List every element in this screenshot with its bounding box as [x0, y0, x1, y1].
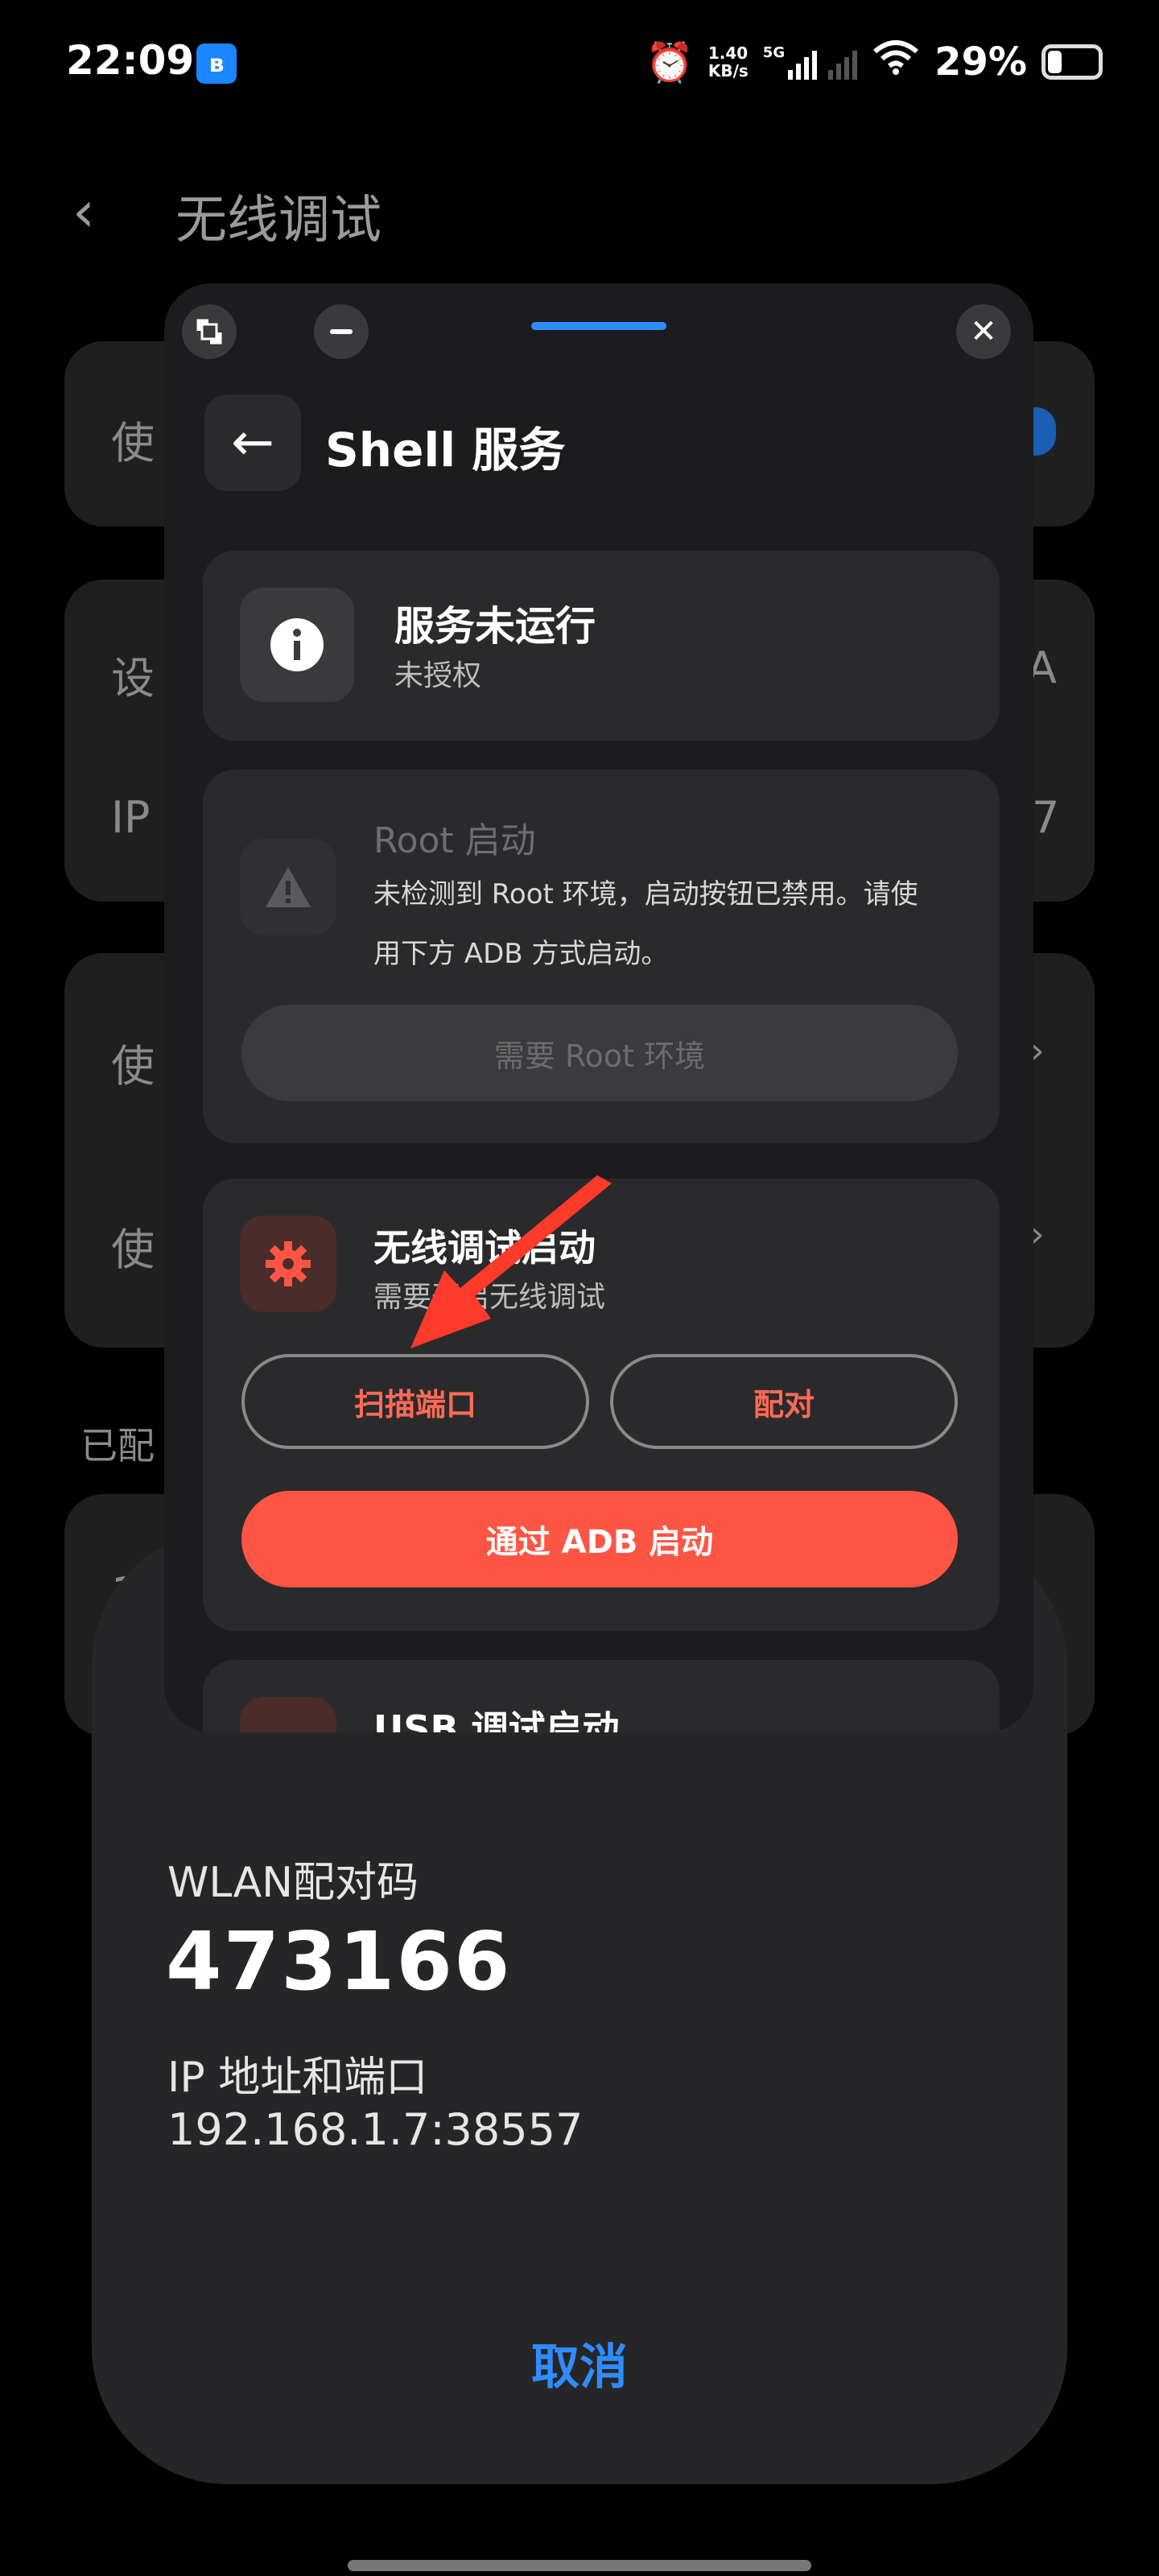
network-speed-value: 1.40: [707, 43, 749, 63]
bluetooth-icon: ʙ: [196, 43, 237, 84]
settings-row-label[interactable]: 使: [111, 1030, 155, 1094]
minimize-icon[interactable]: [314, 304, 369, 359]
window-title: Shell 服务: [325, 423, 566, 477]
usb-debug-title: USB 调试启动: [373, 1707, 620, 1732]
back-arrow-icon[interactable]: ←: [204, 394, 301, 491]
settings-row-label: IP: [111, 792, 151, 843]
service-status-subtitle: 未授权: [394, 659, 482, 692]
wifi-icon: [872, 39, 920, 85]
gear-icon: [240, 1216, 336, 1312]
annotation-arrow-icon: [410, 1175, 612, 1348]
usb-debug-card: USB 调试启动: [203, 1660, 1000, 1732]
close-icon[interactable]: ✕: [956, 304, 1011, 359]
root-start-description: 未检测到 Root 环境，启动按钮已禁用。请使用下方 ADB 方式启动。: [373, 878, 918, 970]
section-header: 已配: [80, 1424, 155, 1468]
root-start-title: Root 启动: [373, 820, 536, 861]
usb-icon: [240, 1697, 336, 1732]
settings-row-value: 7: [1032, 792, 1060, 843]
pair-button[interactable]: 配对: [610, 1354, 958, 1449]
network-type: 5G: [762, 44, 786, 61]
ip-port-value: 192.168.1.7:38557: [167, 2104, 584, 2155]
status-time: 22:09: [66, 37, 195, 84]
shell-service-window: ✕ ← Shell 服务 服务未运行 未授权 Root 启动 未检测到 Root…: [164, 283, 1033, 1732]
battery-icon: [1041, 44, 1103, 80]
window-drag-handle[interactable]: [531, 322, 666, 330]
battery-percent: 29%: [934, 39, 1027, 85]
settings-row-label: 设: [111, 653, 155, 704]
root-start-card: Root 启动 未检测到 Root 环境，启动按钮已禁用。请使用下方 ADB 方…: [203, 770, 1000, 1143]
network-speed-unit: KB/s: [707, 61, 749, 80]
pairing-code: 473166: [166, 1914, 512, 2008]
cancel-button[interactable]: 取消: [499, 2326, 660, 2399]
ip-port-label: IP 地址和端口: [167, 2054, 428, 2102]
status-icons: ⏰ 1.40 KB/s 5G 29%: [645, 39, 1103, 85]
root-start-button[interactable]: 需要 Root 环境: [241, 1005, 958, 1101]
pairing-code-label: WLAN配对码: [167, 1859, 419, 1907]
warning-icon: [240, 839, 336, 935]
home-indicator[interactable]: [348, 2560, 811, 2571]
service-status-card: 服务未运行 未授权: [203, 551, 1000, 741]
expand-icon[interactable]: [182, 304, 237, 359]
settings-row-label: 使: [111, 418, 155, 469]
network-speed: 1.40 KB/s: [708, 44, 749, 80]
alarm-icon: ⏰: [645, 39, 694, 85]
info-icon: [240, 588, 354, 702]
service-status-title: 服务未运行: [394, 603, 596, 650]
settings-row-label[interactable]: 使: [111, 1214, 155, 1278]
start-via-adb-button[interactable]: 通过 ADB 启动: [241, 1491, 958, 1587]
page-title: 无线调试: [175, 191, 382, 250]
back-arrow-icon[interactable]: ‹: [72, 179, 95, 245]
signal-icon: 5G: [762, 44, 858, 80]
